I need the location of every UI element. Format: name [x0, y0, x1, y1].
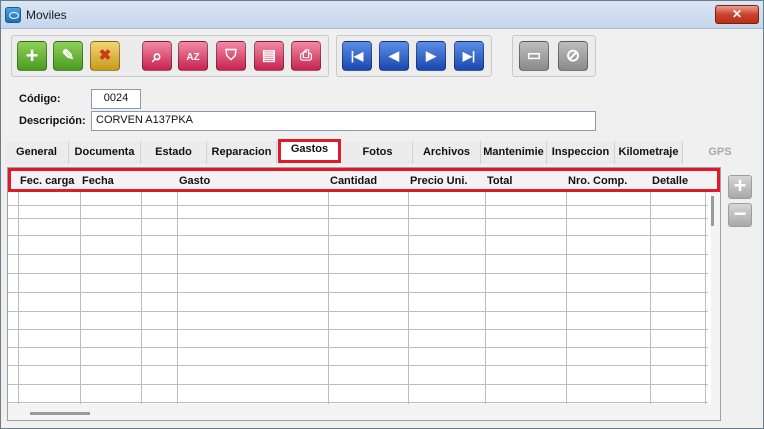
grid-column-divider — [18, 192, 19, 404]
add-button[interactable]: + — [17, 41, 47, 71]
codigo-label: Código: — [19, 93, 61, 105]
grid-column-divider — [650, 192, 651, 404]
sort-button[interactable]: AZ — [178, 41, 208, 71]
horizontal-scroll-thumb[interactable] — [30, 412, 90, 415]
skip-last-icon: ▶| — [462, 49, 476, 63]
table-row[interactable] — [8, 205, 708, 206]
tab-archivos[interactable]: Archivos — [413, 141, 481, 164]
tab-estado[interactable]: Estado — [141, 141, 207, 164]
tab-kilometraje[interactable]: Kilometraje — [615, 141, 683, 164]
printer-icon: ⎙ — [299, 47, 312, 64]
remove-row-button[interactable]: − — [728, 203, 752, 227]
grid-column-divider — [80, 192, 81, 404]
window-title: Moviles — [26, 8, 67, 22]
grid-column-divider — [485, 192, 486, 404]
column-header-total[interactable]: Total — [487, 175, 565, 187]
close-button[interactable]: ✕ — [715, 5, 759, 24]
magnifier-icon: ⌕ — [151, 46, 163, 66]
descripcion-label: Descripción: — [19, 115, 86, 127]
codigo-field[interactable]: 0024 — [91, 89, 141, 109]
tab-mantenimiento[interactable]: Mantenimie — [481, 141, 547, 164]
previous-record-button[interactable]: ◀ — [379, 41, 409, 71]
column-header-fecha[interactable]: Fecha — [82, 175, 142, 187]
cancel-circle-icon: ⊘ — [565, 46, 581, 65]
plus-icon: + — [25, 43, 39, 68]
table-row[interactable] — [8, 218, 708, 219]
save-button[interactable]: ▭ — [519, 41, 549, 71]
minus-icon: − — [733, 201, 747, 226]
grid-column-divider — [408, 192, 409, 404]
window: Moviles ✕ + ✎ ✖ ⌕ AZ ⛉ ▤ ⎙ |◀ ◀ ▶ ▶| ▭ ⊘… — [0, 0, 764, 429]
app-eye-icon — [5, 7, 21, 23]
column-header-cantidad[interactable]: Cantidad — [330, 175, 408, 187]
horizontal-scrollbar[interactable] — [8, 404, 720, 420]
last-record-button[interactable]: ▶| — [454, 41, 484, 71]
table-row[interactable] — [8, 273, 708, 274]
column-header-precio-uni[interactable]: Precio Uni. — [410, 175, 486, 187]
arrow-left-icon: ◀ — [389, 48, 399, 63]
grid-column-divider — [141, 192, 142, 404]
table-row[interactable] — [8, 347, 708, 348]
grid-column-divider — [177, 192, 178, 404]
title-bar[interactable]: Moviles ✕ — [1, 1, 763, 29]
add-row-button[interactable]: + — [728, 175, 752, 199]
column-header-gasto[interactable]: Gasto — [179, 175, 319, 187]
print-button[interactable]: ⎙ — [291, 41, 321, 71]
tab-reparaciones[interactable]: Reparacion — [207, 141, 277, 164]
tab-gps[interactable]: GPS — [695, 141, 745, 164]
tab-inspecciones[interactable]: Inspeccion — [547, 141, 615, 164]
filter-button[interactable]: ⛉ — [216, 41, 246, 71]
grid-column-divider — [705, 192, 706, 404]
toolbar-main: + ✎ ✖ ⌕ AZ ⛉ ▤ ⎙ — [11, 35, 329, 77]
edit-button[interactable]: ✎ — [53, 41, 83, 71]
column-header-fec-carga[interactable]: Fec. carga — [20, 175, 80, 187]
delete-doc-icon: ✖ — [98, 47, 112, 64]
column-header-nro-comp[interactable]: Nro. Comp. — [568, 175, 648, 187]
pencil-icon: ✎ — [61, 47, 75, 64]
skip-first-icon: |◀ — [350, 49, 364, 63]
toolbar-save: ▭ ⊘ — [512, 35, 596, 77]
table-row[interactable] — [8, 402, 708, 403]
table-row[interactable] — [8, 365, 708, 366]
table-row[interactable] — [8, 311, 708, 312]
search-button[interactable]: ⌕ — [142, 41, 172, 71]
table-row[interactable] — [8, 384, 708, 385]
first-record-button[interactable]: |◀ — [342, 41, 372, 71]
funnel-icon: ⛉ — [225, 47, 237, 64]
tab-gastos[interactable]: Gastos — [278, 139, 341, 163]
tab-general[interactable]: General — [5, 141, 69, 164]
sort-az-icon: AZ — [186, 52, 200, 63]
arrow-right-icon: ▶ — [426, 48, 436, 63]
column-header-detalle[interactable]: Detalle — [652, 175, 708, 187]
table-row[interactable] — [8, 329, 708, 330]
grid-header: Fec. carga Fecha Gasto Cantidad Precio U… — [8, 168, 720, 192]
clipboard-icon: ▤ — [261, 47, 277, 64]
descripcion-field[interactable]: CORVEN A137PKA — [91, 111, 596, 131]
delete-button[interactable]: ✖ — [90, 41, 120, 71]
toolbar-navigation: |◀ ◀ ▶ ▶| — [336, 35, 492, 77]
tab-strip: General Documenta Estado Reparacion Gast… — [5, 139, 755, 165]
plus-icon: + — [733, 173, 747, 198]
next-record-button[interactable]: ▶ — [416, 41, 446, 71]
report-button[interactable]: ▤ — [254, 41, 284, 71]
gastos-grid[interactable]: Fec. carga Fecha Gasto Cantidad Precio U… — [7, 167, 721, 421]
floppy-icon: ▭ — [526, 47, 542, 64]
tab-documentacion[interactable]: Documenta — [69, 141, 141, 164]
grid-column-divider — [328, 192, 329, 404]
tab-fotos[interactable]: Fotos — [343, 141, 413, 164]
table-row[interactable] — [8, 292, 708, 293]
grid-column-divider — [566, 192, 567, 404]
cancel-button[interactable]: ⊘ — [558, 41, 588, 71]
vertical-scroll-thumb[interactable] — [711, 196, 714, 226]
table-row[interactable] — [8, 235, 708, 236]
table-row[interactable] — [8, 254, 708, 255]
